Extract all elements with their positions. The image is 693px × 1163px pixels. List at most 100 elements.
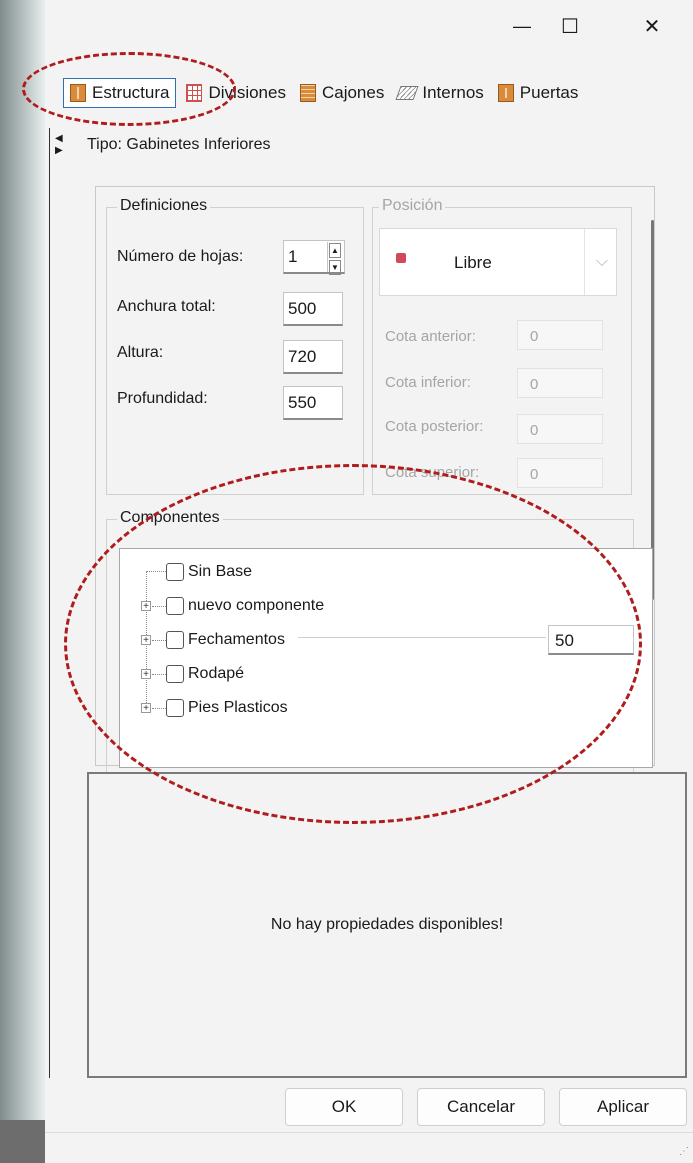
fechamentos-leader-line (298, 637, 546, 638)
cancel-button[interactable]: Cancelar (417, 1088, 545, 1126)
tree-guide-line (152, 640, 166, 641)
tree-item-label: Rodapé (188, 665, 245, 682)
expand-icon[interactable]: + (141, 635, 151, 646)
background-taskbar (0, 1120, 45, 1163)
tab-estructura[interactable]: Estructura (63, 78, 177, 108)
tree-item-label: Pies Plasticos (188, 699, 288, 716)
panel-scrollbar[interactable] (651, 220, 654, 600)
tree-guide-line (152, 708, 166, 709)
fechamentos-checkbox[interactable] (166, 631, 184, 649)
pies-plasticos-checkbox[interactable] (166, 699, 184, 717)
anchura-value: 500 (288, 299, 317, 318)
tree-guide-line (152, 606, 166, 607)
posicion-legend: Posición (379, 197, 446, 215)
maximize-button[interactable]: ☐ (545, 6, 595, 46)
componentes-legend: Componentes (117, 509, 223, 527)
cota-anterior-input[interactable]: 0 (517, 320, 603, 350)
rodape-checkbox[interactable] (166, 665, 184, 683)
close-icon: ✕ (643, 15, 661, 38)
tab-internos[interactable]: Internos (394, 79, 487, 107)
collapse-handle[interactable] (49, 128, 50, 1078)
tipo-label: Tipo: Gabinetes Inferiores (87, 136, 271, 153)
tab-puertas[interactable]: Puertas (494, 79, 583, 107)
spin-down-icon[interactable]: ▼ (329, 260, 341, 275)
tab-label: Cajones (321, 83, 385, 102)
properties-panel: No hay propiedades disponibles! (87, 772, 687, 1078)
resize-grip-icon[interactable]: ⋰ (679, 1146, 689, 1157)
fechamentos-value-input[interactable]: 50 (548, 625, 634, 655)
tree-item-label: nuevo componente (188, 597, 325, 614)
altura-value: 720 (288, 347, 317, 366)
fechamentos-value: 50 (555, 631, 574, 650)
cota-superior-input[interactable]: 0 (517, 458, 603, 488)
properties-message: No hay propiedades disponibles! (270, 916, 504, 933)
cota-posterior-label: Cota posterior: (385, 418, 484, 435)
tab-bar: Estructura Divisiones Cajones Internos P… (63, 78, 588, 108)
cota-posterior-value: 0 (530, 422, 539, 439)
sin-base-checkbox[interactable] (166, 563, 184, 581)
tree-item-fechamentos[interactable]: Fechamentos (166, 627, 285, 653)
expand-icon[interactable]: + (141, 703, 151, 714)
profundidad-input[interactable]: 550 (283, 386, 343, 420)
background-desktop (0, 0, 45, 1163)
expand-icon[interactable]: + (141, 669, 151, 680)
tree-item-label: Fechamentos (188, 631, 285, 648)
definiciones-group: Definiciones Número de hojas: 1 ▲ ▼ Anch… (106, 197, 364, 495)
ok-label: OK (331, 1097, 357, 1116)
arrow-left-icon[interactable]: ◀ (55, 134, 63, 144)
cota-superior-label: Cota superior: (385, 464, 480, 481)
posicion-combo[interactable]: Libre ⌵ (379, 228, 617, 296)
cota-inferior-label: Cota inferior: (385, 374, 471, 391)
componentes-tree: Sin Base + nuevo componente + Fechamento… (119, 548, 653, 768)
close-button[interactable]: ✕ (627, 6, 677, 46)
anchura-label: Anchura total: (117, 298, 216, 315)
puertas-door-icon (497, 84, 514, 102)
definiciones-legend: Definiciones (117, 197, 211, 215)
numero-hojas-spinner[interactable]: ▲ ▼ (327, 242, 342, 275)
arrow-right-icon[interactable]: ▶ (55, 146, 63, 156)
profundidad-label: Profundidad: (117, 390, 208, 407)
altura-label: Altura: (117, 344, 164, 361)
cota-anterior-value: 0 (530, 328, 539, 345)
spin-up-icon[interactable]: ▲ (329, 243, 341, 258)
apply-button[interactable]: Aplicar (559, 1088, 687, 1126)
cajones-drawer-icon (299, 84, 316, 102)
tab-divisiones[interactable]: Divisiones (182, 79, 289, 107)
tree-guide-line (146, 571, 166, 572)
maximize-icon: ☐ (561, 15, 579, 38)
tab-label: Puertas (519, 83, 579, 102)
tree-guide-line (152, 674, 166, 675)
tab-label: Internos (422, 83, 484, 102)
numero-hojas-value: 1 (288, 247, 298, 266)
ok-button[interactable]: OK (285, 1088, 403, 1126)
chevron-down-icon[interactable]: ⌵ (584, 229, 619, 295)
altura-input[interactable]: 720 (283, 340, 343, 374)
minimize-button[interactable]: — (497, 6, 547, 46)
divisiones-grid-icon (186, 84, 203, 102)
posicion-group: Posición Libre ⌵ Cota anterior: 0 Cota i… (372, 197, 632, 495)
tab-label: Estructura (92, 83, 170, 102)
internos-icon (395, 86, 419, 100)
libre-icon (396, 253, 406, 263)
apply-label: Aplicar (597, 1097, 649, 1116)
tree-item-sin-base[interactable]: Sin Base (166, 559, 252, 585)
anchura-input[interactable]: 500 (283, 292, 343, 326)
cota-posterior-input[interactable]: 0 (517, 414, 603, 444)
cota-superior-value: 0 (530, 466, 539, 483)
posicion-combo-value: Libre (454, 253, 492, 272)
nuevo-componente-checkbox[interactable] (166, 597, 184, 615)
estructura-icon (70, 84, 86, 102)
profundidad-value: 550 (288, 393, 317, 412)
tree-item-rodape[interactable]: Rodapé (166, 661, 244, 687)
tab-label: Divisiones (208, 83, 286, 102)
minimize-icon: — (513, 15, 531, 36)
cota-inferior-value: 0 (530, 376, 539, 393)
tab-cajones[interactable]: Cajones (296, 79, 388, 107)
cota-inferior-input[interactable]: 0 (517, 368, 603, 398)
tree-item-pies-plasticos[interactable]: Pies Plasticos (166, 695, 288, 721)
cancel-label: Cancelar (446, 1097, 516, 1116)
tree-item-nuevo-componente[interactable]: nuevo componente (166, 593, 324, 619)
cota-anterior-label: Cota anterior: (385, 328, 476, 345)
expand-icon[interactable]: + (141, 601, 151, 612)
dialog-window: — ☐ ✕ Estructura Divisiones Cajones Inte… (45, 0, 693, 1163)
